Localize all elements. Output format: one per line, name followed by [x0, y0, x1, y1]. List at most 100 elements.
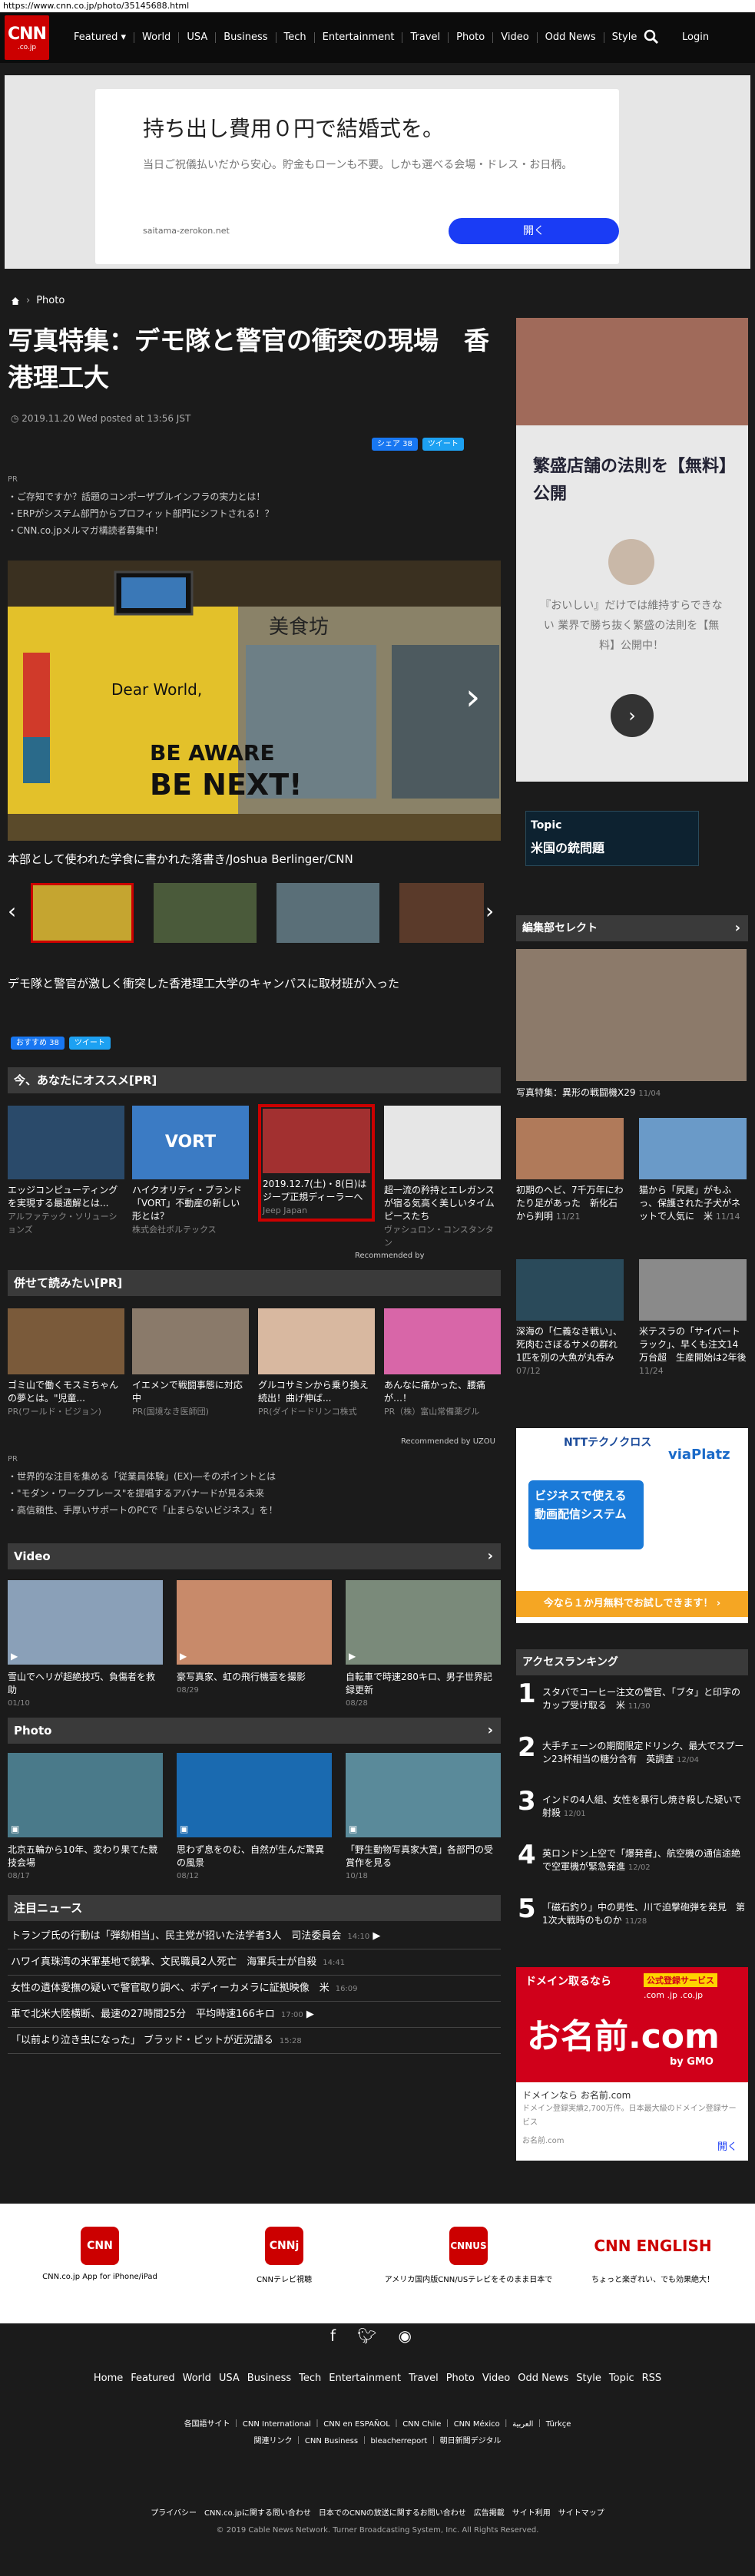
rss-icon[interactable]: ◉ [398, 2326, 411, 2345]
footer-links[interactable]: 各国語サイト ｜ CNN International ｜ CNN en ESPA… [0, 2417, 755, 2429]
login-link[interactable]: Login [682, 31, 709, 43]
nav-entertainment[interactable]: Entertainment [315, 32, 403, 43]
tweet-button[interactable]: ツイート [422, 438, 464, 451]
chevron-right-icon[interactable]: › [488, 1718, 493, 1744]
news-item[interactable]: ハワイ真珠湾の米軍基地で銃撃、文民職員2人死亡 海軍兵士が自殺 14:41 [8, 1949, 501, 1976]
also-read-card[interactable]: ゴミ山で働くモスミちゃんの夢とは。"児童... PR(ワールド・ビジョン) [8, 1308, 124, 1418]
chevron-right-icon[interactable]: › [488, 1543, 493, 1569]
footer-link[interactable]: World [183, 2373, 211, 2384]
pr-link[interactable]: ・ERPがシステム部門からプロフィット部門にシフトされる！？ [8, 505, 499, 522]
pr-link[interactable]: ・ご存知ですか？話題のコンポーザブルインフラの実力とは！ [8, 488, 499, 505]
nav-world[interactable]: World [134, 32, 180, 43]
also-read-card[interactable]: イエメンで戦闘事態に対応中 PR(国境なき医師団) [132, 1308, 249, 1418]
app-link-cnn[interactable]: CNN CNN.co.jp App for iPhone/iPad [38, 2227, 161, 2281]
footer-link[interactable]: Travel [409, 2373, 439, 2384]
ranking-item[interactable]: 1 スタバでコーヒー注文の警官、「ブタ」と印字のカップ受け取る 米 11/30 [516, 1681, 748, 1735]
tweet-button[interactable]: ツイート [68, 1037, 111, 1050]
ranking-item[interactable]: 2 大手チェーンの期間限定ドリンク、最大でスプーン23杯相当の糖分含有 英調査 1… [516, 1734, 748, 1789]
nav-photo[interactable]: Photo [449, 32, 494, 43]
video-card[interactable]: ▶ 自転車で時速280キロ、男子世界記録更新 08/28 [346, 1580, 501, 1710]
thumbnail-4[interactable] [399, 883, 484, 943]
footer-links[interactable]: プライバシー CNN.co.jpに関する問い合わせ 日本でのCNNの放送に関する… [0, 2506, 755, 2518]
thumbnail-1[interactable] [31, 883, 134, 943]
recommend-card[interactable]: 2019.12.7(土)・8(日)はジープ正規ディーラーへ Jeep Japan [258, 1104, 375, 1222]
nav-business[interactable]: Business [216, 32, 277, 43]
ad-cta-button[interactable]: 今なら１か月無料でお試しできます！ › [516, 1591, 748, 1617]
recommend-card[interactable]: VORT ハイクオリティ・ブランド「VORT」不動産の新しい形とは？ 株式会社ボ… [132, 1106, 249, 1236]
search-icon[interactable] [644, 29, 659, 45]
editors-card[interactable]: 米テスラの「サイバートラック」、早くも注文14万台超 生産開始は2年後 11/2… [639, 1259, 747, 1377]
footer-link[interactable]: RSS [642, 2373, 662, 2384]
ranking-item[interactable]: 3 インドの4人組、女性を暴行し焼き殺した疑いで射殺 12/01 [516, 1788, 748, 1843]
photo-card[interactable]: ▣ 北京五輪から10年、変わり果てた競技会場 08/17 [8, 1753, 163, 1883]
footer-link[interactable]: Home [94, 2373, 123, 2384]
next-photo-arrow-icon[interactable]: › [465, 676, 480, 719]
footer-link[interactable]: Video [482, 2373, 510, 2384]
facebook-share-button[interactable]: シェア 38 [372, 438, 418, 451]
footer-link[interactable]: USA [219, 2373, 240, 2384]
next-thumbs-arrow-icon[interactable]: › [485, 898, 494, 924]
pr-link[interactable]: ・世界的な注目を集める「従業員体験」(EX)―そのポイントとは [8, 1468, 499, 1485]
video-card[interactable]: ▶ 豪写真家、虹の飛行機雲を撮影 08/29 [177, 1580, 332, 1697]
photo-header[interactable]: Photo › [8, 1718, 501, 1744]
recommend-card[interactable]: 超一流の矜持とエレガンスが宿る気高く美しいタイムピースたち ヴァシュロン・コンス… [384, 1106, 501, 1249]
footer-link[interactable]: Odd News [518, 2373, 568, 2384]
nav-featured[interactable]: Featured ▾ [66, 32, 135, 43]
top-ad[interactable]: 持ち出し費用０円で結婚式を。 当日ご祝儀払いだから安心。貯金もローンも不要。しか… [5, 75, 750, 269]
address-bar[interactable]: https://www.cnn.co.jp/photo/35145688.htm… [0, 0, 755, 12]
ad-open-button[interactable]: 開く [717, 2138, 737, 2153]
editors-select-header[interactable]: 編集部セレクト › [516, 915, 748, 941]
ad-open-button[interactable]: 開く [449, 218, 619, 244]
news-item[interactable]: 女性の遺体愛撫の疑いで警官取り調べ、ボディーカメラに証拠映像 米 16:09 [8, 1976, 501, 2002]
nav-usa[interactable]: USA [179, 32, 217, 43]
video-card[interactable]: ▶ 雪山でヘリが超絶技巧、負傷者を救助 01/10 [8, 1580, 163, 1710]
pr-link[interactable]: ・CNN.co.jpメルマガ構読者募集中！ [8, 522, 499, 539]
news-item[interactable]: トランプ氏の行動は「弾劾相当」、民主党が招いた法学者3人 司法委員会 14:10 … [8, 1923, 501, 1949]
thumbnail-2[interactable] [154, 883, 257, 943]
nav-oddnews[interactable]: Odd News [538, 32, 604, 43]
footer-link[interactable]: Business [247, 2373, 291, 2384]
home-icon[interactable] [11, 296, 20, 306]
twitter-icon[interactable]: 🐦︎ [357, 2326, 376, 2345]
editors-card[interactable]: 深海の「仁義なき戦い」、死肉むさぼるサメの群れ 1匹を別の大魚が丸呑み 07/1… [516, 1259, 627, 1377]
ranking-item[interactable]: 4 英ロンドン上空で「爆発音」、航空機の通信途絶で空軍機が緊急発進 12/02 [516, 1842, 748, 1896]
side-ad-3[interactable]: ドメイン取るなら 公式登録サービス .com .jp .co.jp お名前.co… [516, 1967, 748, 2161]
news-item[interactable]: 車で北米大陸横断、最速の27時間25分 平均時速166キロ 17:00 ▶ [8, 2002, 501, 2028]
video-header[interactable]: Video › [8, 1543, 501, 1569]
app-link-english[interactable]: CNN ENGLISH ちょっと楽ぎれい、でも効果絶大！ [584, 2237, 722, 2284]
nav-style[interactable]: Style [604, 32, 645, 43]
side-ad-2[interactable]: NTTテクノクロス viaPlatz ビジネスで使える動画配信システム 今なら１… [516, 1428, 748, 1623]
also-read-card[interactable]: あんなに痛かった、腰痛が…！ PR（株）富山常備薬グル [384, 1308, 501, 1418]
chevron-right-icon[interactable]: › [735, 915, 740, 941]
nav-tech[interactable]: Tech [277, 32, 315, 43]
thumbnail-3[interactable] [277, 883, 379, 943]
app-link-cnnj[interactable]: CNNj CNNテレビ視聴 [223, 2227, 346, 2284]
footer-link[interactable]: Featured [131, 2373, 174, 2384]
nav-travel[interactable]: Travel [402, 32, 449, 43]
topic-banner[interactable]: Topic 米国の銃問題 [525, 811, 699, 866]
pr-link[interactable]: ・高信頼性、手厚いサポートのPCで「止まらないビジネス」を！ [8, 1502, 499, 1519]
breadcrumb-photo[interactable]: Photo [36, 295, 65, 306]
chevron-right-icon[interactable]: › [611, 694, 654, 737]
pr-link[interactable]: ・"モダン・ワークプレース"を提唱するアバナードが見る未来 [8, 1485, 499, 1502]
also-read-card[interactable]: グルコサミンから乗り換え続出！曲げ伸ば... PR(ダイドードリンコ株式 [258, 1308, 375, 1418]
recommend-card[interactable]: エッジコンピューティングを実現する最適解とは... アルファテック・ソリューショ… [8, 1106, 124, 1236]
side-ad[interactable]: 繁盛店舗の法則を【無料】公開 『おいしい』だけでは維持すらできない 業界で勝ち抜… [516, 318, 748, 782]
ranking-item[interactable]: 5 「磁石釣り」中の男性、川で迫撃砲弾を発見 第1次大戦時のものか 11/28 [516, 1896, 748, 1950]
editors-card[interactable]: 猫から「尻尾」がもふっ、保護された子犬がネットで人気に 米 11/14 [639, 1118, 747, 1223]
editors-main-card[interactable]: 写真特集：異形の戦闘機X29 11/04 [516, 949, 747, 1099]
facebook-icon[interactable]: f [330, 2326, 336, 2345]
footer-link[interactable]: Tech [299, 2373, 321, 2384]
photo-card[interactable]: ▣ 「野生動物写真家大賞」各部門の受賞作を見る 10/18 [346, 1753, 501, 1883]
prev-thumbs-arrow-icon[interactable]: ‹ [8, 898, 16, 924]
nav-video[interactable]: Video [493, 32, 538, 43]
news-item[interactable]: 「以前より泣き虫になった」 ブラッド・ピットが近況語る 15:28 [8, 2028, 501, 2054]
footer-link[interactable]: Style [576, 2373, 601, 2384]
footer-link[interactable]: Photo [446, 2373, 475, 2384]
editors-card[interactable]: 初期のヘビ、7千万年にわたり足があった 新化石から判明 11/21 [516, 1118, 624, 1223]
footer-links[interactable]: 関連リンク ｜ CNN Business ｜ bleacherreport ｜ … [0, 2434, 755, 2445]
footer-link[interactable]: Topic [609, 2373, 634, 2384]
facebook-recommend-button[interactable]: おすすめ 38 [11, 1037, 65, 1050]
app-link-cnnus[interactable]: CNNUS アメリカ国内版CNN/USテレビをそのまま日本で [384, 2227, 553, 2284]
cnn-logo[interactable]: CNN .co.jp [5, 15, 49, 60]
